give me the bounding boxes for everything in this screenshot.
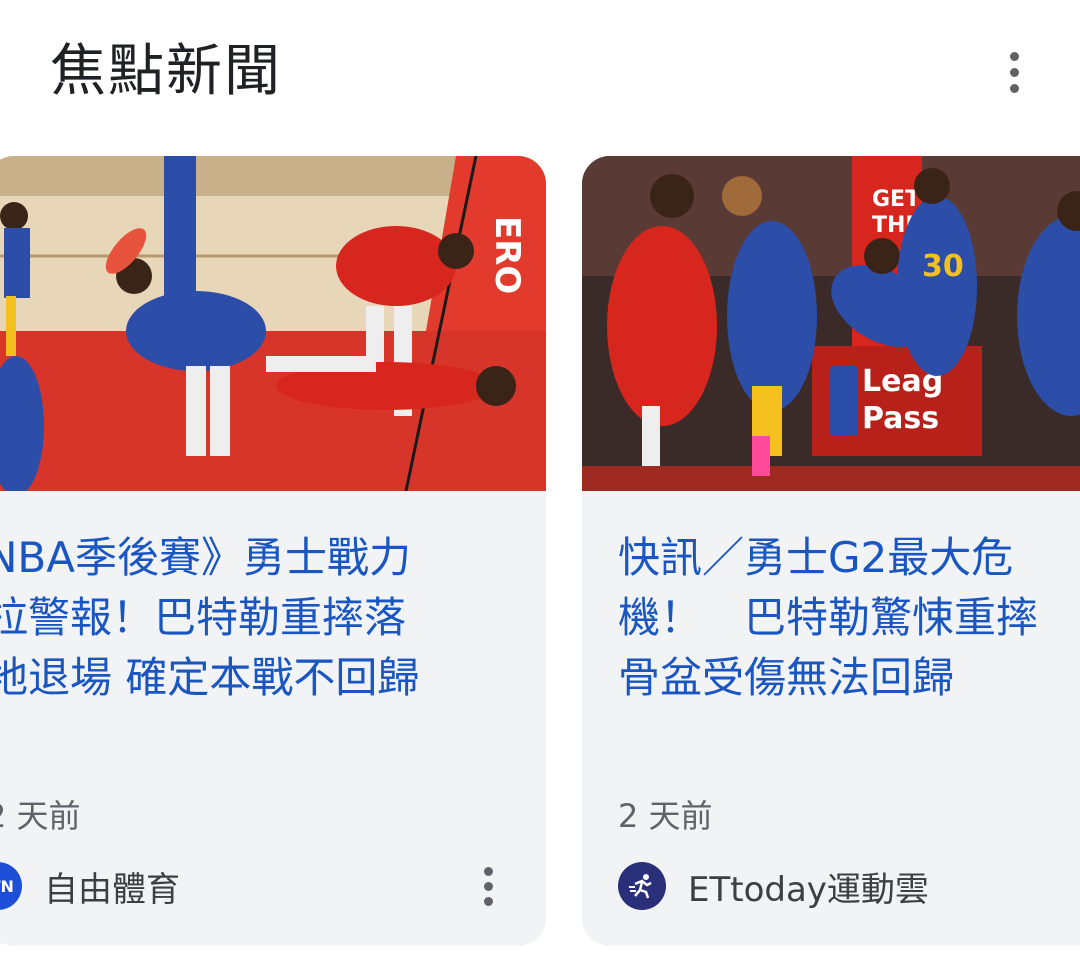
svg-text:ERO: ERO [487, 216, 527, 294]
svg-text:Pass: Pass [862, 401, 939, 436]
source-name: 自由體育 [44, 869, 180, 910]
source-name: ETtoday運動雲 [688, 869, 929, 910]
more-vert-icon[interactable] [990, 46, 1038, 98]
news-page: 焦點新聞 ERO NBA季後賽》勇士戰力 拉警報！巴特勒重摔落 地退場 確定本戰… [0, 0, 1080, 979]
runner-icon [629, 874, 652, 899]
dot [483, 881, 493, 891]
news-card[interactable]: ERO NBA季後賽》勇士戰力 拉警報！巴特勒重摔落 地退場 確定本戰不回歸 天… [0, 156, 546, 946]
source-row: ETtoday運動雲 [618, 862, 929, 910]
dot [1009, 83, 1019, 93]
dot [1009, 67, 1019, 77]
svg-text:GET: GET [872, 187, 920, 212]
basketball-falling-photo: GET THE Leag Pass 30 [582, 156, 1080, 491]
svg-text:30: 30 [922, 249, 964, 284]
section-title: 焦點新聞 [50, 39, 282, 104]
card-more-vert-icon[interactable] [468, 864, 508, 908]
article-thumbnail[interactable]: GET THE Leag Pass 30 [582, 156, 1080, 491]
news-carousel[interactable]: ERO NBA季後賽》勇士戰力 拉警報！巴特勒重摔落 地退場 確定本戰不回歸 天… [0, 156, 1080, 946]
publish-time: 2 天前 [0, 797, 81, 835]
source-logo-icon: LTN [0, 862, 22, 910]
article-thumbnail[interactable]: ERO [0, 156, 546, 491]
publish-time: 2 天前 [618, 797, 713, 835]
dot [1009, 51, 1019, 61]
dot [483, 866, 493, 876]
article-headline[interactable]: 快訊／勇士G2最大危 機！ 巴特勒驚悚重摔 骨盆受傷無法回歸 [618, 528, 1080, 708]
news-card[interactable]: GET THE Leag Pass 30 快訊／勇士G2最大危 機！ 巴特勒驚悚… [582, 156, 1080, 946]
source-row: LTN 自由體育 [0, 862, 180, 910]
section-header: 焦點新聞 [0, 0, 1080, 150]
source-logo-icon [618, 862, 666, 910]
article-headline[interactable]: NBA季後賽》勇士戰力 拉警報！巴特勒重摔落 地退場 確定本戰不回歸 [0, 528, 526, 708]
dot [483, 896, 493, 906]
basketball-injury-photo: ERO [0, 156, 546, 491]
